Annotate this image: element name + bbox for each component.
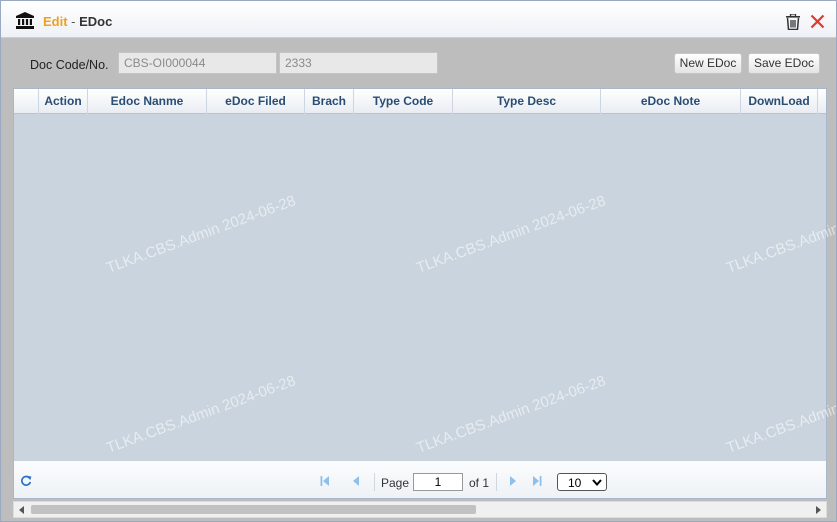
doc-code-input[interactable] [118,52,277,74]
edoc-grid: Action Edoc Nanme eDoc Filed Brach Type … [13,88,827,499]
pager-separator [374,473,375,491]
column-header-download[interactable]: DownLoad [741,89,818,114]
grid-header: Action Edoc Nanme eDoc Filed Brach Type … [14,89,826,114]
title-edit: Edit [43,14,68,29]
page-number-input[interactable] [413,473,463,491]
grid-body [14,114,826,460]
refresh-icon[interactable] [20,475,32,487]
column-header-type-desc[interactable]: Type Desc [453,89,601,114]
close-icon[interactable] [810,14,825,29]
column-header-action[interactable]: Action [39,89,88,114]
column-header-edoc-filed[interactable]: eDoc Filed [207,89,305,114]
scrollbar-thumb[interactable] [31,505,476,514]
column-header-brach[interactable]: Brach [305,89,354,114]
chevron-down-icon [592,479,602,486]
title-separator: - [67,14,80,29]
page-size-select[interactable]: 10 [557,473,607,491]
doc-toolbar: Doc Code/No. New EDoc Save EDoc [1,38,836,88]
save-edoc-button[interactable]: Save EDoc [748,53,820,74]
new-edoc-button[interactable]: New EDoc [674,53,742,74]
page-count-label: of 1 [469,476,490,490]
column-header-spacer [818,89,826,114]
doc-code-label: Doc Code/No. [30,58,109,72]
column-header-edoc-note[interactable]: eDoc Note [601,89,741,114]
pager-separator [496,473,497,491]
column-header-edoc-name[interactable]: Edoc Nanme [88,89,207,114]
first-page-icon[interactable] [320,476,330,486]
next-page-icon[interactable] [509,476,517,486]
trash-icon[interactable] [785,14,801,30]
title-name: EDoc [79,14,113,29]
doc-no-input[interactable] [279,52,438,74]
page-size-value: 10 [568,476,582,490]
prev-page-icon[interactable] [352,476,360,486]
horizontal-scrollbar[interactable] [13,501,827,518]
grid-pager: Page of 1 10 [14,460,826,498]
bank-icon [16,12,34,29]
window-title: Edit - EDoc [43,14,112,29]
column-header-type-code[interactable]: Type Code [354,89,453,114]
column-header-checkbox[interactable] [14,89,39,114]
title-bar: Edit - EDoc [1,1,836,38]
last-page-icon[interactable] [532,476,542,486]
scroll-right-icon[interactable] [813,506,823,514]
page-label: Page [381,476,410,490]
scroll-left-icon[interactable] [17,506,27,514]
edoc-window: Edit - EDoc Doc Code/No. New EDoc Save E… [0,0,837,522]
